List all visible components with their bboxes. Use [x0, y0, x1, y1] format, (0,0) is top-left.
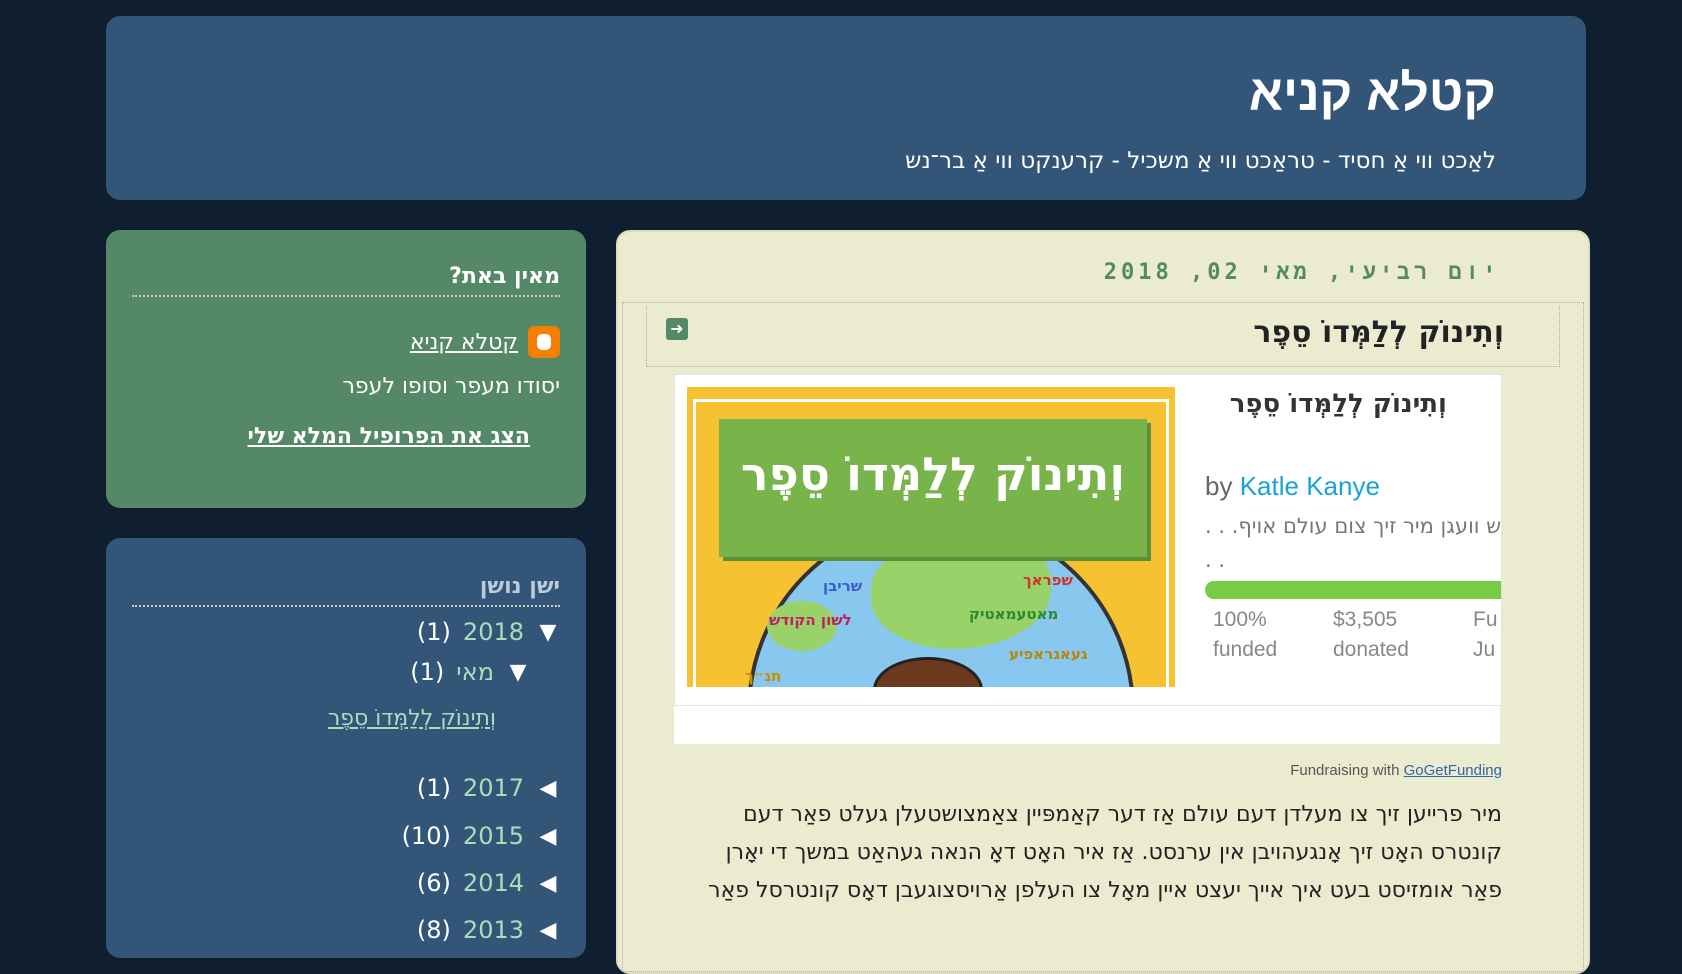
embed-title[interactable]: וְתִינוֹק לְלַמְּדוֹ סֵפֶר	[1230, 389, 1447, 419]
post-paragraph-line: פאַר אומזיסט בעט איך אייך יעצט איין מאָל…	[708, 878, 1502, 903]
fundraising-credit: Fundraising with GoGetFunding	[1290, 762, 1502, 779]
archive-post-link[interactable]: וְתִינוֹק לְלַמְּדוֹ סֵפֶר	[328, 706, 496, 731]
archive-year-count: (1)	[416, 618, 451, 646]
stat-label: funded	[1213, 638, 1278, 661]
globe-label: מאטעמאטיק	[969, 605, 1059, 623]
globe-label: שריבן	[823, 577, 863, 595]
archive-year-label[interactable]: 2017	[463, 774, 524, 802]
blog-description: לאַכט ווי אַ חסיד - טראַכט ווי אַ משכיל …	[905, 148, 1496, 174]
embed-info: וְתִינוֹק לְלַמְּדוֹ סֵפֶר by Katle Kany…	[1205, 375, 1502, 705]
archive-year-count: (6)	[416, 869, 451, 897]
archive-year-2015[interactable]: ◀ 2015 (10)	[402, 822, 560, 850]
stat-label: donated	[1333, 638, 1409, 661]
globe-label: לשון הקודש	[769, 611, 852, 629]
stat-value: 100%	[1213, 608, 1267, 631]
blog-title[interactable]: קטלא קניא	[1249, 68, 1496, 118]
post-date: יום רביעי, מאי 02, 2018	[1103, 260, 1500, 285]
main-content: יום רביעי, מאי 02, 2018 וְתִינוֹק לְלַמְ…	[616, 230, 1590, 974]
expand-left-icon[interactable]: ◀	[536, 918, 560, 943]
globe-label: געאגראפיע	[1009, 645, 1088, 663]
blogger-icon	[528, 326, 560, 358]
archive-year-count: (1)	[416, 774, 451, 802]
archive-widget: ישן נושן ▼ 2018 (1) ▼ מאי (1) וְתִינוֹק …	[106, 538, 586, 958]
globe-label: שפראך	[1023, 571, 1073, 589]
stat-label: Ju	[1473, 638, 1496, 661]
campaign-image[interactable]: וְתִינוֹק לְלַמְּדוֹ סֵפֶר שריבן שפראך ל…	[687, 387, 1175, 687]
expand-down-icon[interactable]: ▼	[536, 620, 560, 645]
profile-widget-title: מאין באת?	[132, 264, 560, 297]
expand-left-icon[interactable]: ◀	[536, 776, 560, 801]
archive-year-label[interactable]: 2015	[463, 822, 524, 850]
embed-by-label: by	[1205, 471, 1233, 501]
archive-year-2018[interactable]: ▼ 2018 (1)	[417, 618, 560, 646]
stat-funded: 100% funded	[1213, 605, 1277, 665]
full-profile-link[interactable]: הצג את הפרופיל המלא שלי	[248, 424, 530, 449]
blog-header: קטלא קניא לאַכט ווי אַ חסיד - טראַכט ווי…	[106, 16, 1586, 200]
fundraising-prefix: Fundraising with	[1290, 762, 1400, 779]
archive-month-label[interactable]: מאי	[456, 658, 494, 686]
stat-value: Fu	[1473, 608, 1498, 631]
embed-byline: by Katle Kanye	[1205, 471, 1380, 502]
embed-description: הל הקודש וועגן מיר זיך צום עולם אויף. . …	[1205, 514, 1502, 572]
globe-label: תנ״ך	[745, 667, 782, 685]
funding-progress-bar	[1205, 581, 1501, 599]
archive-year-label[interactable]: 2014	[463, 869, 524, 897]
image-banner-text: וְתִינוֹק לְלַמְּדוֹ סֵפֶר	[740, 447, 1126, 501]
embed-author-link[interactable]: Katle Kanye	[1240, 471, 1380, 501]
stat-value: $3,505	[1333, 608, 1398, 631]
expand-left-icon[interactable]: ◀	[536, 871, 560, 896]
post-body: מיר פרייען זיך צו מעלדן דעם עולם אַז דער…	[692, 796, 1502, 910]
archive-month-count: (1)	[410, 658, 445, 686]
archive-year-label[interactable]: 2013	[463, 916, 524, 944]
profile-name-row: קטלא קניא	[410, 326, 560, 358]
expand-down-icon[interactable]: ▼	[506, 660, 530, 685]
archive-year-label[interactable]: 2018	[463, 618, 524, 646]
fundraising-embed: וְתִינוֹק לְלַמְּדוֹ סֵפֶר שריבן שפראך ל…	[674, 374, 1502, 744]
archive-month-may[interactable]: ▼ מאי (1)	[410, 658, 530, 686]
profile-name-link[interactable]: קטלא קניא	[410, 330, 518, 355]
post-paragraph-line: קונטרס האָט זיך אָנגעהויבן אין ערנסט. אַ…	[725, 840, 1502, 865]
stat-donated: $3,505 donated	[1333, 605, 1409, 665]
archive-year-2013[interactable]: ◀ 2013 (8)	[417, 916, 560, 944]
profile-widget: מאין באת? קטלא קניא יסודו מעפר וסופו לעפ…	[106, 230, 586, 508]
archive-year-count: (10)	[401, 822, 451, 850]
archive-widget-title: ישן נושן	[132, 574, 560, 607]
archive-year-count: (8)	[416, 916, 451, 944]
post-title[interactable]: וְתִינוֹק לְלַמְּדוֹ סֵפֶר	[1253, 312, 1504, 354]
arrow-right-icon[interactable]: ➜	[666, 318, 688, 340]
gogetfunding-link[interactable]: GoGetFunding	[1404, 762, 1502, 779]
image-banner: וְתִינוֹק לְלַמְּדוֹ סֵפֶר	[719, 419, 1147, 557]
stat-extra: Fu Ju	[1473, 605, 1498, 665]
embed-card[interactable]: וְתִינוֹק לְלַמְּדוֹ סֵפֶר שריבן שפראך ל…	[674, 374, 1502, 706]
expand-left-icon[interactable]: ◀	[536, 824, 560, 849]
archive-year-2017[interactable]: ◀ 2017 (1)	[417, 774, 560, 802]
archive-year-2014[interactable]: ◀ 2014 (6)	[417, 869, 560, 897]
profile-about: יסודו מעפר וסופו לעפר	[342, 374, 560, 399]
post-paragraph-line: מיר פרייען זיך צו מעלדן דעם עולם אַז דער…	[743, 802, 1502, 827]
